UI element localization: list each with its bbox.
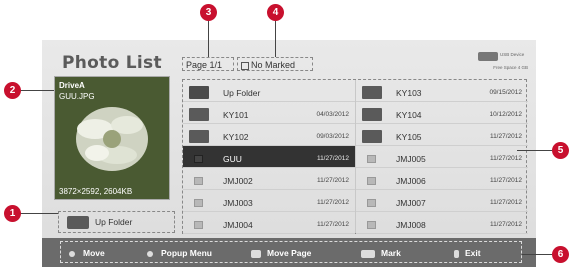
fav-icon xyxy=(361,249,375,258)
usb-icon xyxy=(478,52,498,61)
item-name: JMJ002 xyxy=(223,176,253,186)
leader-line-3 xyxy=(208,19,209,57)
folder-up-icon xyxy=(189,86,209,99)
item-date: 11/27/2012 xyxy=(316,199,349,206)
usb-device-indicator: USB Device Free Space 4 GB xyxy=(478,50,528,70)
preview-filename: GUU.JPG xyxy=(59,92,95,101)
help-move: Move xyxy=(69,248,105,258)
checkbox-icon xyxy=(241,61,249,70)
callout-4: 4 xyxy=(267,4,284,21)
item-name: JMJ005 xyxy=(396,154,426,164)
item-date: 09/15/2012 xyxy=(489,89,522,96)
photo-item[interactable]: JMJ005 11/27/2012 xyxy=(356,146,528,168)
callout-3: 3 xyxy=(200,4,217,21)
item-name: KY104 xyxy=(396,110,422,120)
leader-line-5 xyxy=(517,150,552,151)
callout-5: 5 xyxy=(552,142,569,159)
help-popup-menu: Popup Menu xyxy=(147,248,212,258)
photo-thumbnail-icon xyxy=(367,199,376,207)
page-indicator: Page 1/1 xyxy=(182,57,234,71)
up-folder-item[interactable]: Up Folder xyxy=(183,80,355,102)
photo-item[interactable]: JMJ006 11/27/2012 xyxy=(356,168,528,190)
photo-item[interactable]: JMJ003 11/27/2012 xyxy=(183,190,355,212)
usb-label: USB Device xyxy=(500,52,525,57)
help-bar-frame: Move Popup Menu Move Page Mark Exit xyxy=(60,241,522,263)
preview-drive: DriveA xyxy=(59,81,85,90)
item-date: 11/27/2012 xyxy=(316,155,349,162)
folder-up-icon xyxy=(67,216,89,229)
photo-thumbnail-icon xyxy=(367,177,376,185)
callout-1: 1 xyxy=(4,205,21,222)
photo-list-screen: Photo List Page 1/1 No Marked USB Device… xyxy=(42,40,536,267)
exit-icon xyxy=(454,249,459,258)
photo-item[interactable]: JMJ002 11/27/2012 xyxy=(183,168,355,190)
item-date: 11/27/2012 xyxy=(489,177,522,184)
folder-icon xyxy=(189,108,209,121)
item-date: 10/12/2012 xyxy=(489,111,522,118)
item-date: 11/27/2012 xyxy=(489,133,522,140)
preview-resolution: 3872×2592, 2604KB xyxy=(59,187,133,196)
photo-thumbnail-icon xyxy=(194,221,203,229)
file-list-grid: Up Folder KY101 04/03/2012 KY102 09/03/2012 G… xyxy=(182,79,528,234)
item-name: KY103 xyxy=(396,88,422,98)
item-name: JMJ006 xyxy=(396,176,426,186)
item-name: GUU xyxy=(223,154,242,164)
help-move-page: Move Page xyxy=(251,248,311,258)
marked-text: No Marked xyxy=(251,60,296,70)
ok-icon xyxy=(147,250,153,257)
item-name: KY105 xyxy=(396,132,422,142)
item-date: 11/27/2012 xyxy=(489,221,522,228)
item-date: 11/27/2012 xyxy=(489,199,522,206)
photo-item[interactable]: JMJ004 11/27/2012 xyxy=(183,212,355,234)
photo-preview: DriveA GUU.JPG 3872×2592, 2604KB xyxy=(54,76,170,200)
item-name: Up Folder xyxy=(223,88,261,98)
leader-line-6 xyxy=(522,254,552,255)
item-date: 09/03/2012 xyxy=(316,133,349,140)
folder-icon xyxy=(189,130,209,143)
item-name: JMJ003 xyxy=(223,198,253,208)
page-title: Photo List xyxy=(62,53,162,73)
item-date: 11/27/2012 xyxy=(316,221,349,228)
item-name: JMJ007 xyxy=(396,198,426,208)
up-folder-label: Up Folder xyxy=(95,217,133,227)
folder-item[interactable]: KY104 10/12/2012 xyxy=(356,102,528,124)
callout-2: 2 xyxy=(4,82,21,99)
photo-item[interactable]: JMJ008 11/27/2012 xyxy=(356,212,528,234)
leader-line-4 xyxy=(275,19,276,57)
help-exit: Exit xyxy=(454,248,481,258)
item-name: JMJ004 xyxy=(223,220,253,230)
usb-free-space: Free Space 4 GB xyxy=(493,65,528,70)
photo-item[interactable]: JMJ007 11/27/2012 xyxy=(356,190,528,212)
callout-6: 6 xyxy=(552,246,569,263)
item-name: KY101 xyxy=(223,110,249,120)
marked-indicator: No Marked xyxy=(237,57,313,71)
folder-icon xyxy=(362,86,382,99)
help-mark: Mark xyxy=(361,248,401,258)
photo-thumbnail-icon xyxy=(194,155,203,163)
leader-line-1 xyxy=(20,213,58,214)
item-name: JMJ008 xyxy=(396,220,426,230)
folder-icon xyxy=(362,108,382,121)
folder-item[interactable]: KY102 09/03/2012 xyxy=(183,124,355,146)
item-date: 04/03/2012 xyxy=(316,111,349,118)
up-folder-button[interactable]: Up Folder xyxy=(58,211,175,233)
photo-item[interactable]: GUU 11/27/2012 xyxy=(183,146,355,168)
item-name: KY102 xyxy=(223,132,249,142)
bottom-help-bar: Move Popup Menu Move Page Mark Exit xyxy=(42,238,536,267)
photo-thumbnail-icon xyxy=(194,177,203,185)
channel-page-icon xyxy=(251,249,261,258)
photo-thumbnail-icon xyxy=(367,155,376,163)
photo-thumbnail-icon xyxy=(367,221,376,229)
folder-icon xyxy=(362,130,382,143)
folder-item[interactable]: KY103 09/15/2012 xyxy=(356,80,528,102)
photo-thumbnail-icon xyxy=(194,199,203,207)
navigate-icon xyxy=(69,250,75,257)
item-date: 11/27/2012 xyxy=(489,155,522,162)
item-date: 11/27/2012 xyxy=(316,177,349,184)
leader-line-2 xyxy=(20,90,54,91)
folder-item[interactable]: KY105 11/27/2012 xyxy=(356,124,528,146)
folder-item[interactable]: KY101 04/03/2012 xyxy=(183,102,355,124)
